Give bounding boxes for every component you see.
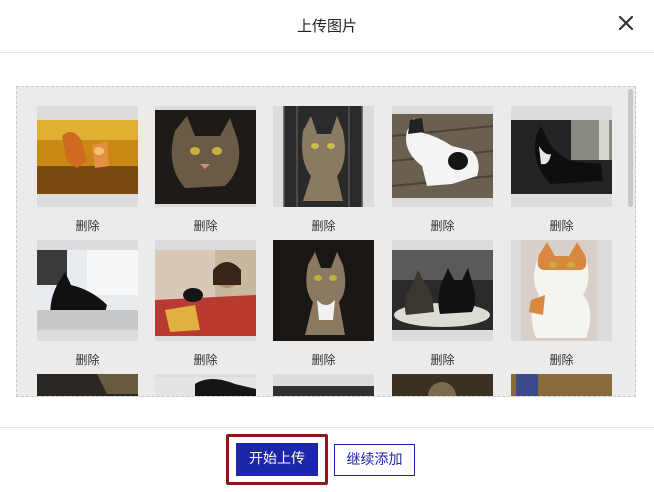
gallery-item [273, 374, 374, 396]
image-thumbnail [155, 374, 256, 396]
delete-link[interactable]: 删除 [37, 351, 138, 368]
gallery-item [392, 374, 493, 396]
image-thumbnail [392, 106, 493, 207]
image-thumbnail [273, 106, 374, 207]
upload-dialog: 上传图片 删除 删除 删除 删除 删除 删除 删除 删除 删除 删除 开始上传 … [0, 0, 654, 492]
close-icon[interactable] [616, 13, 636, 35]
delete-link[interactable]: 删除 [155, 217, 256, 234]
gallery-scrollbar[interactable] [627, 87, 635, 396]
gallery-item: 删除 [273, 106, 374, 234]
dialog-header: 上传图片 [0, 0, 654, 53]
image-thumbnail [511, 106, 612, 207]
delete-link[interactable]: 删除 [155, 351, 256, 368]
gallery-item [511, 374, 612, 396]
dialog-title: 上传图片 [296, 17, 357, 35]
gallery-item [37, 374, 138, 396]
image-thumbnail [511, 374, 612, 396]
image-thumbnail [37, 106, 138, 207]
delete-link[interactable]: 删除 [392, 217, 493, 234]
gallery-item: 删除 [511, 106, 612, 234]
image-thumbnail [273, 374, 374, 396]
gallery-item: 删除 [392, 106, 493, 234]
image-gallery: 删除 删除 删除 删除 删除 删除 删除 删除 删除 删除 [16, 86, 636, 397]
image-thumbnail [273, 240, 374, 341]
gallery-item: 删除 [273, 240, 374, 368]
image-thumbnail [155, 240, 256, 341]
start-upload-button[interactable]: 开始上传 [236, 443, 318, 476]
gallery-item: 删除 [37, 240, 138, 368]
continue-add-button[interactable]: 继续添加 [334, 444, 415, 476]
delete-link[interactable]: 删除 [273, 217, 374, 234]
image-thumbnail [155, 106, 256, 207]
image-thumbnail [511, 240, 612, 341]
delete-link[interactable]: 删除 [37, 217, 138, 234]
gallery-item: 删除 [155, 240, 256, 368]
delete-link[interactable]: 删除 [511, 217, 612, 234]
delete-link[interactable]: 删除 [511, 351, 612, 368]
gallery-item: 删除 [37, 106, 138, 234]
image-thumbnail [392, 240, 493, 341]
image-thumbnail [37, 240, 138, 341]
gallery-item: 删除 [155, 106, 256, 234]
gallery-item: 删除 [511, 240, 612, 368]
scrollbar-thumb[interactable] [628, 89, 633, 207]
gallery-item [155, 374, 256, 396]
gallery-item: 删除 [392, 240, 493, 368]
image-thumbnail [392, 374, 493, 396]
image-thumbnail [37, 374, 138, 396]
delete-link[interactable]: 删除 [273, 351, 374, 368]
delete-link[interactable]: 删除 [392, 351, 493, 368]
